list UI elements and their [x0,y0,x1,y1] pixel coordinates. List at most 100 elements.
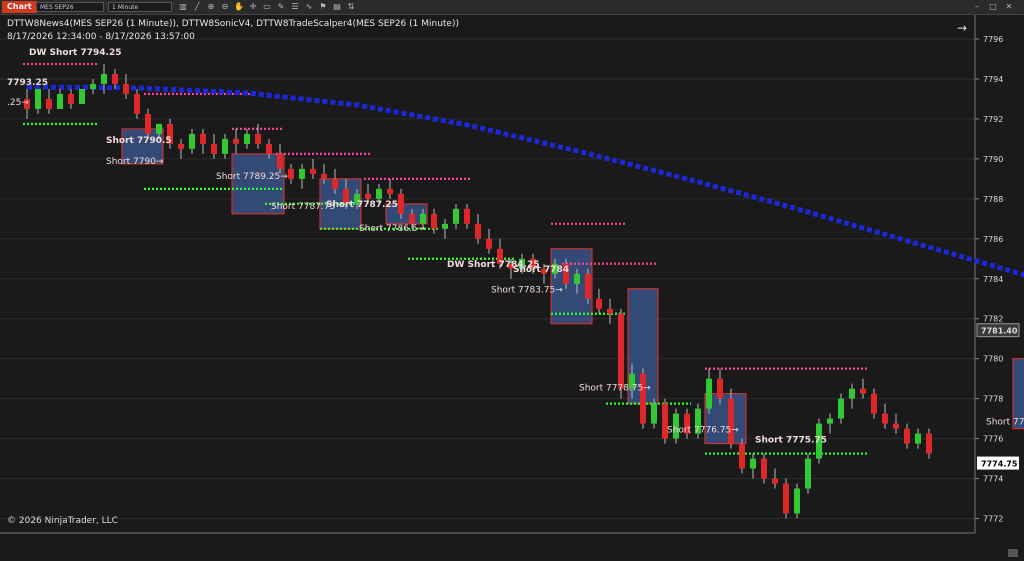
candle-body [717,378,723,399]
candle-body [134,93,140,114]
candle-body [244,133,250,144]
copyright-notice: © 2026 NinjaTrader, LLC [7,516,118,526]
signal-label: Short 7777→ [986,418,1024,428]
y-tick-label: 7792 [983,115,1003,124]
signal-label: Short 7776.75→ [667,426,739,436]
candle-body [332,178,338,189]
candle-body [893,423,899,429]
candle-body [112,73,118,84]
signal-label: Short 7775.75 [755,436,827,446]
candle-body [772,478,778,484]
candle-body [651,403,657,424]
signal-label: Short 7786.5→ [359,224,426,234]
candle-body [618,313,624,389]
y-tick-label: 7774 [983,475,1003,484]
candle-body [398,193,404,214]
candle-body [882,413,888,424]
signal-label: Short 7789.25→ [216,172,288,182]
candle-body [486,238,492,249]
candle-body [277,153,283,169]
candle-body [233,138,239,144]
candle-body [794,488,800,514]
candle-body [321,173,327,179]
candle-body [915,433,921,444]
candle-body [156,123,162,134]
candle-body [607,308,613,314]
candle-body [189,133,195,149]
candle-body [585,273,591,299]
sonic-price-label: 7781.40 [981,327,1018,336]
resize-grip [1008,549,1018,557]
candle-body [827,418,833,424]
y-tick-label: 7788 [983,195,1003,204]
candle-body [255,133,261,144]
candle-body [376,188,382,199]
y-tick-label: 7794 [983,75,1003,84]
signal-label: Short 7778.75→ [579,384,651,394]
candle-body [739,443,745,469]
candle-body [431,213,437,229]
y-tick-label: 7772 [983,515,1003,524]
signal-label: Short 7784 [513,265,569,275]
candle-body [211,143,217,154]
candle-body [200,133,206,144]
candle-body [178,143,184,149]
y-tick-label: 7780 [983,355,1003,364]
candle-body [90,83,96,89]
candle-body [783,483,789,514]
candle-body [574,273,580,284]
candle-body [288,168,294,179]
candle-body [849,388,855,399]
signal-label: Short 7790→ [106,157,164,167]
y-tick-label: 7776 [983,435,1003,444]
candle-body [123,83,129,94]
candle-body [101,73,107,84]
candle-body [35,88,41,109]
y-tick-label: 7796 [983,35,1003,44]
candle-body [728,398,734,444]
candle-body [57,93,63,109]
signal-label: Short 7790.5 [106,136,172,146]
candle-body [453,208,459,224]
candle-body [420,213,426,224]
candle-body [761,458,767,479]
candle-body [640,373,646,424]
candle-body [871,393,877,414]
last-price-label: 7774.75 [981,460,1018,469]
price-chart[interactable]: 7772 7774 7776 7778 7780 7782 7784 7786 7788 7790… [0,0,1024,561]
candle-body [365,193,371,199]
signal-label: 7793.25 [7,78,48,88]
y-tick-label: 7784 [983,275,1003,284]
candle-body [750,458,756,469]
signal-label: Short 7787.25 [326,200,398,210]
scroll-to-latest-icon[interactable]: → [957,21,967,35]
candle-body [299,168,305,179]
y-tick-label: 7786 [983,235,1003,244]
candle-body [310,168,316,174]
candle-body [926,433,932,454]
y-tick-label: 7778 [983,395,1003,404]
candle-body [838,398,844,419]
y-tick-label: 7782 [983,315,1003,324]
y-tick-label: 7790 [983,155,1003,164]
signal-label: DW Short 7794.25 [29,48,121,58]
signal-label: Short 7783.75→ [491,286,563,296]
candle-body [596,298,602,309]
candle-body [46,98,52,109]
candle-body [475,223,481,239]
signal-label: .25→ [7,98,29,108]
candle-body [904,428,910,444]
date-range: 8/17/2026 12:34:00 - 8/17/2026 13:57:00 [7,32,195,42]
candle-body [464,208,470,224]
candle-body [805,458,811,489]
candle-body [79,88,85,104]
candle-body [222,138,228,154]
candle-body [266,143,272,154]
indicator-title: DTTW8News4(MES SEP26 (1 Minute)), DTTW8S… [7,19,459,29]
candle-body [706,378,712,409]
candle-body [442,223,448,229]
candle-body [387,188,393,194]
candle-body [409,213,415,224]
candle-body [860,388,866,394]
candle-body [145,113,151,134]
